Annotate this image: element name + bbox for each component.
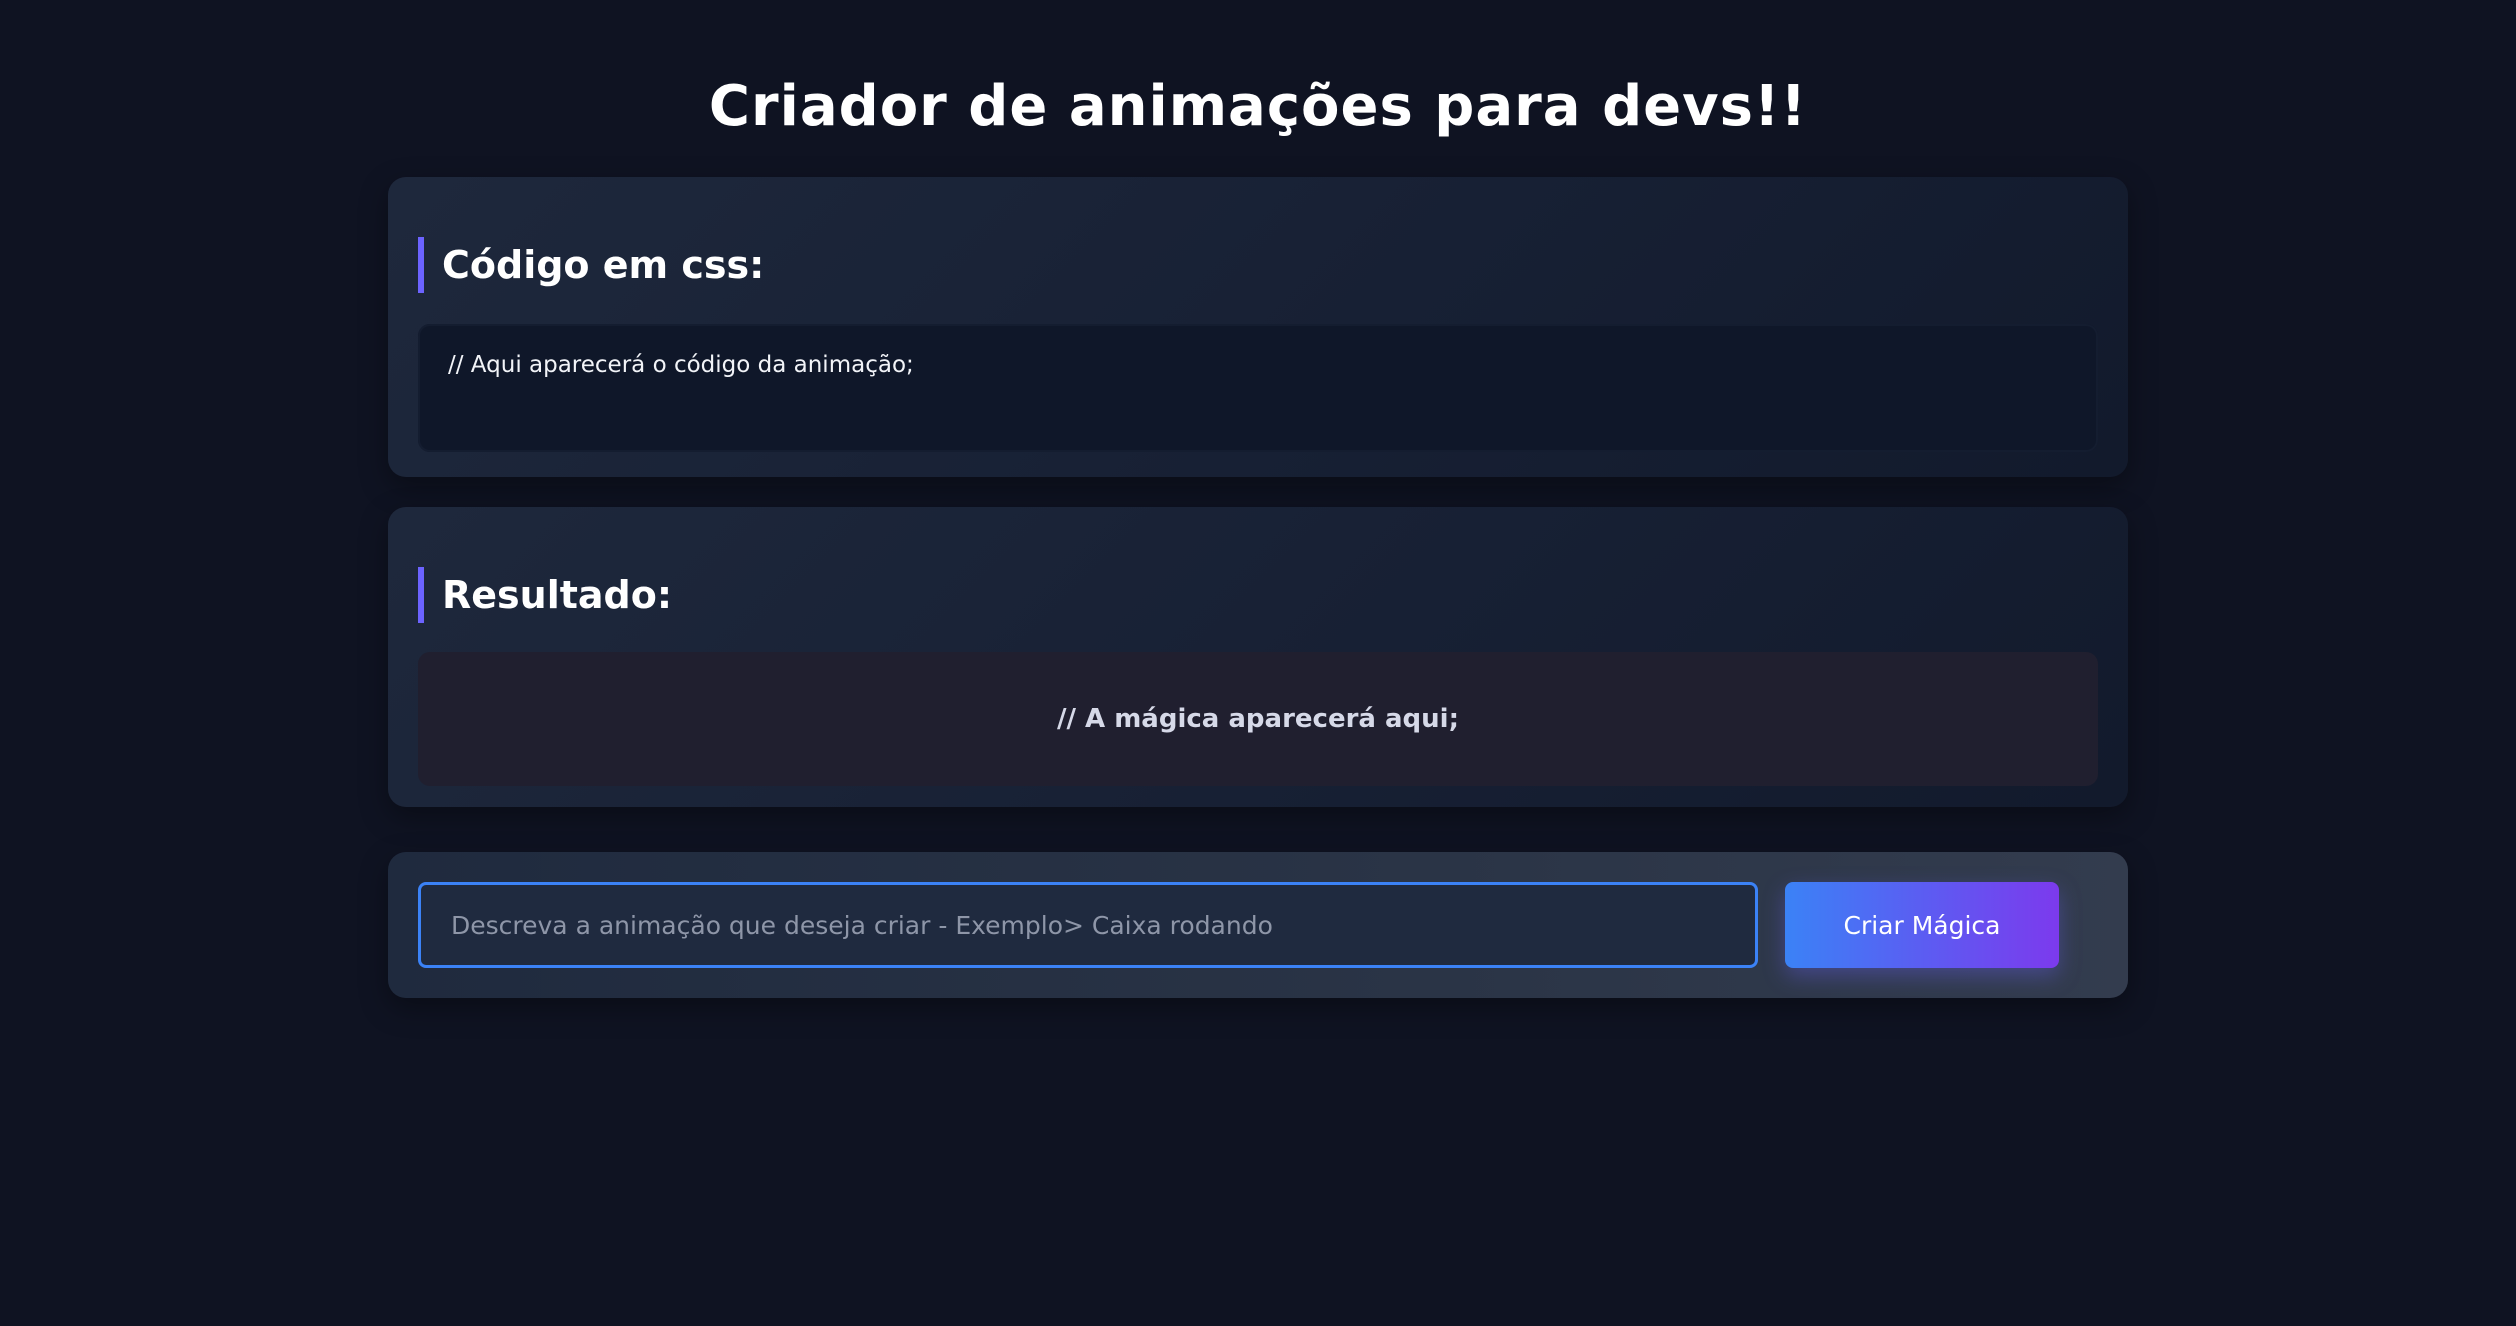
result-preview-box: // A mágica aparecerá aqui; <box>418 652 2098 786</box>
code-section-heading: Código em css: <box>418 237 764 293</box>
animation-description-input[interactable] <box>418 882 1758 968</box>
code-output-text: // Aqui aparecerá o código da animação; <box>448 352 914 378</box>
result-card: Resultado: // A mágica aparecerá aqui; <box>388 507 2128 807</box>
code-card: Código em css: // Aqui aparecerá o códig… <box>388 177 2128 477</box>
code-output-box[interactable]: // Aqui aparecerá o código da animação; <box>418 324 2098 452</box>
prompt-card: Criar Mágica <box>388 852 2128 998</box>
page: Criador de animações para devs!! Código … <box>0 0 2516 1326</box>
result-section-heading: Resultado: <box>418 567 672 623</box>
create-magic-button[interactable]: Criar Mágica <box>1785 882 2059 968</box>
page-title: Criador de animações para devs!! <box>708 74 1808 139</box>
result-preview-text: // A mágica aparecerá aqui; <box>1057 704 1459 734</box>
